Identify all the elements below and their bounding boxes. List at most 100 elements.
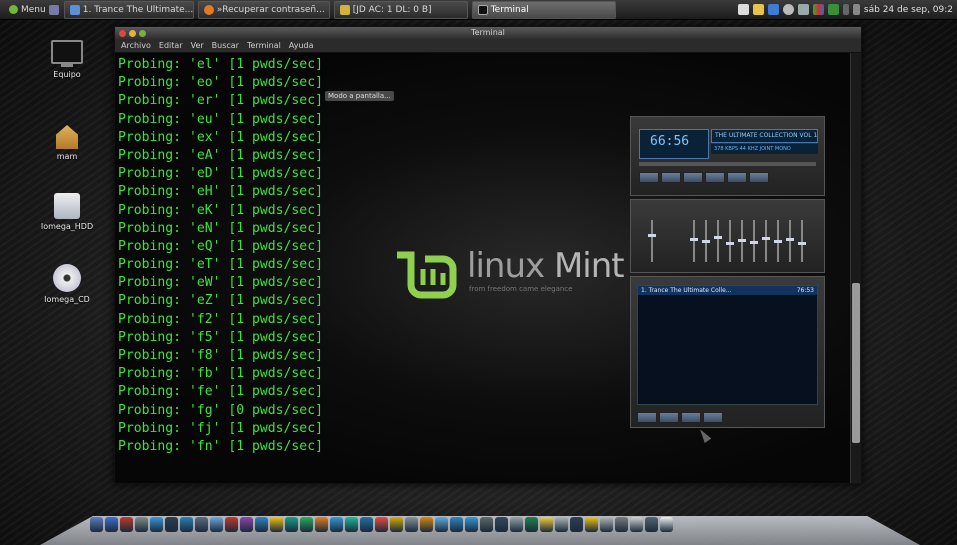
dock-app-icon[interactable] bbox=[570, 517, 583, 532]
dock-app-icon[interactable] bbox=[285, 517, 298, 532]
next-button[interactable] bbox=[727, 172, 747, 183]
dock-app-icon[interactable] bbox=[405, 517, 418, 532]
dock-app-icon[interactable] bbox=[330, 517, 343, 532]
eq-band[interactable] bbox=[690, 220, 698, 262]
dock-app-icon[interactable] bbox=[525, 517, 538, 532]
dock-app-icon[interactable] bbox=[615, 517, 628, 532]
colors-icon[interactable] bbox=[812, 4, 824, 15]
desktop-icon-hdd[interactable]: Iomega_HDD bbox=[32, 193, 102, 231]
menu-ver[interactable]: Ver bbox=[191, 41, 204, 50]
winamp-main[interactable]: 66:56 THE ULTIMATE COLLECTION VOL 1 378 … bbox=[630, 116, 825, 196]
menu-ayuda[interactable]: Ayuda bbox=[289, 41, 314, 50]
update-icon[interactable] bbox=[782, 4, 794, 15]
dock-app-icon[interactable] bbox=[630, 517, 643, 532]
dock-app-icon[interactable] bbox=[90, 517, 103, 532]
taskbar-item-terminal[interactable]: Terminal bbox=[471, 0, 616, 19]
playlist-item[interactable]: 1. Trance The Ultimate Colle... 76:53 bbox=[638, 286, 817, 295]
dock-app-icon[interactable] bbox=[450, 517, 463, 532]
playlist-misc-button[interactable] bbox=[703, 412, 723, 423]
terminal-output[interactable]: linux Mint from freedom came elegance 66… bbox=[115, 53, 851, 483]
dock-app-icon[interactable] bbox=[315, 517, 328, 532]
playlist-add-button[interactable] bbox=[637, 412, 657, 423]
shield-icon[interactable] bbox=[827, 4, 839, 15]
dock-app-icon[interactable] bbox=[645, 517, 658, 532]
eject-button[interactable] bbox=[749, 172, 769, 183]
dock-app-icon[interactable] bbox=[480, 517, 493, 532]
stop-button[interactable] bbox=[705, 172, 725, 183]
desktop-icon-label: Iomega_HDD bbox=[40, 222, 94, 231]
eq-band[interactable] bbox=[726, 220, 734, 262]
dock-app-icon[interactable] bbox=[465, 517, 478, 532]
dock-app-icon[interactable] bbox=[195, 517, 208, 532]
dock-app-icon[interactable] bbox=[210, 517, 223, 532]
desktop-icon-home[interactable]: mam bbox=[32, 125, 102, 161]
dock-app-icon[interactable] bbox=[255, 517, 268, 532]
dock-app-icon[interactable] bbox=[300, 517, 313, 532]
winamp-player[interactable]: 66:56 THE ULTIMATE COLLECTION VOL 1 378 … bbox=[630, 116, 825, 431]
pause-button[interactable] bbox=[683, 172, 703, 183]
menu-buscar[interactable]: Buscar bbox=[212, 41, 239, 50]
playlist-select-button[interactable] bbox=[681, 412, 701, 423]
dock-app-icon[interactable] bbox=[165, 517, 178, 532]
dock-app-icon[interactable] bbox=[540, 517, 553, 532]
play-button[interactable] bbox=[661, 172, 681, 183]
eq-band[interactable] bbox=[798, 220, 806, 262]
network-icon[interactable] bbox=[767, 4, 779, 15]
dock-app-icon[interactable] bbox=[585, 517, 598, 532]
taskbar-item-firefox[interactable]: »Recuperar contraseñ... bbox=[197, 0, 330, 19]
dock-app-icon[interactable] bbox=[135, 517, 148, 532]
terminal-line: Probing: 'eu' [1 pwds/sec] bbox=[118, 111, 323, 127]
dock-app-icon[interactable] bbox=[240, 517, 253, 532]
dock-app-icon[interactable] bbox=[555, 517, 568, 532]
dock-app-icon[interactable] bbox=[225, 517, 238, 532]
taskbar-item-music[interactable]: 1. Trance The Ultimate... bbox=[63, 0, 194, 19]
dock-app-icon[interactable] bbox=[510, 517, 523, 532]
dock-app-icon[interactable] bbox=[180, 517, 193, 532]
clock[interactable]: sáb 24 de sep, 09:2 bbox=[864, 5, 953, 15]
pen-icon[interactable] bbox=[842, 4, 849, 15]
dock-app-icon[interactable] bbox=[105, 517, 118, 532]
dock-app-icon[interactable] bbox=[660, 517, 673, 532]
eq-band[interactable] bbox=[786, 220, 794, 262]
terminal-line: Probing: 'eT' [1 pwds/sec] bbox=[118, 257, 323, 273]
winamp-equalizer[interactable] bbox=[630, 199, 825, 273]
menu-editar[interactable]: Editar bbox=[159, 41, 183, 50]
winamp-playlist[interactable]: 1. Trance The Ultimate Colle... 76:53 bbox=[630, 276, 825, 428]
eq-preamp[interactable] bbox=[648, 220, 656, 262]
terminal-titlebar[interactable]: Terminal bbox=[115, 27, 861, 39]
bluetooth-icon[interactable] bbox=[797, 4, 809, 15]
dock-app-icon[interactable] bbox=[600, 517, 613, 532]
winamp-seek-bar[interactable] bbox=[639, 162, 816, 166]
menu-terminal[interactable]: Terminal bbox=[247, 41, 281, 50]
eq-band[interactable] bbox=[702, 220, 710, 262]
eq-band[interactable] bbox=[714, 220, 722, 262]
desktop-icon-computer[interactable]: Equipo bbox=[32, 40, 102, 79]
eq-band[interactable] bbox=[762, 220, 770, 262]
eq-band[interactable] bbox=[774, 220, 782, 262]
notes-icon[interactable] bbox=[752, 4, 764, 15]
volume-icon[interactable] bbox=[852, 4, 860, 15]
dock-app-icon[interactable] bbox=[120, 517, 133, 532]
dock-app-icon[interactable] bbox=[345, 517, 358, 532]
dock-app-icon[interactable] bbox=[435, 517, 448, 532]
dock-app-icon[interactable] bbox=[495, 517, 508, 532]
previous-button[interactable] bbox=[639, 172, 659, 183]
terminal-window[interactable]: Terminal Archivo Editar Ver Buscar Termi… bbox=[114, 26, 862, 484]
workspace-icon[interactable] bbox=[737, 4, 749, 15]
menu-archivo[interactable]: Archivo bbox=[121, 41, 151, 50]
playlist-list[interactable]: 1. Trance The Ultimate Colle... 76:53 bbox=[637, 285, 818, 405]
dock-app-icon[interactable] bbox=[420, 517, 433, 532]
taskbar-item-jdownloader[interactable]: [JD AC: 1 DL: 0 B] bbox=[333, 0, 468, 19]
dock-app-icon[interactable] bbox=[360, 517, 373, 532]
dock-app-icon[interactable] bbox=[375, 517, 388, 532]
eq-band[interactable] bbox=[738, 220, 746, 262]
playlist-remove-button[interactable] bbox=[659, 412, 679, 423]
scrollbar-thumb[interactable] bbox=[852, 283, 860, 443]
menu-button[interactable]: Menu bbox=[4, 2, 64, 18]
dock-app-icon[interactable] bbox=[270, 517, 283, 532]
desktop-icon-cd[interactable]: Iomega_CD bbox=[32, 264, 102, 304]
eq-band[interactable] bbox=[750, 220, 758, 262]
terminal-scrollbar[interactable] bbox=[850, 53, 861, 483]
dock-app-icon[interactable] bbox=[390, 517, 403, 532]
dock-app-icon[interactable] bbox=[150, 517, 163, 532]
